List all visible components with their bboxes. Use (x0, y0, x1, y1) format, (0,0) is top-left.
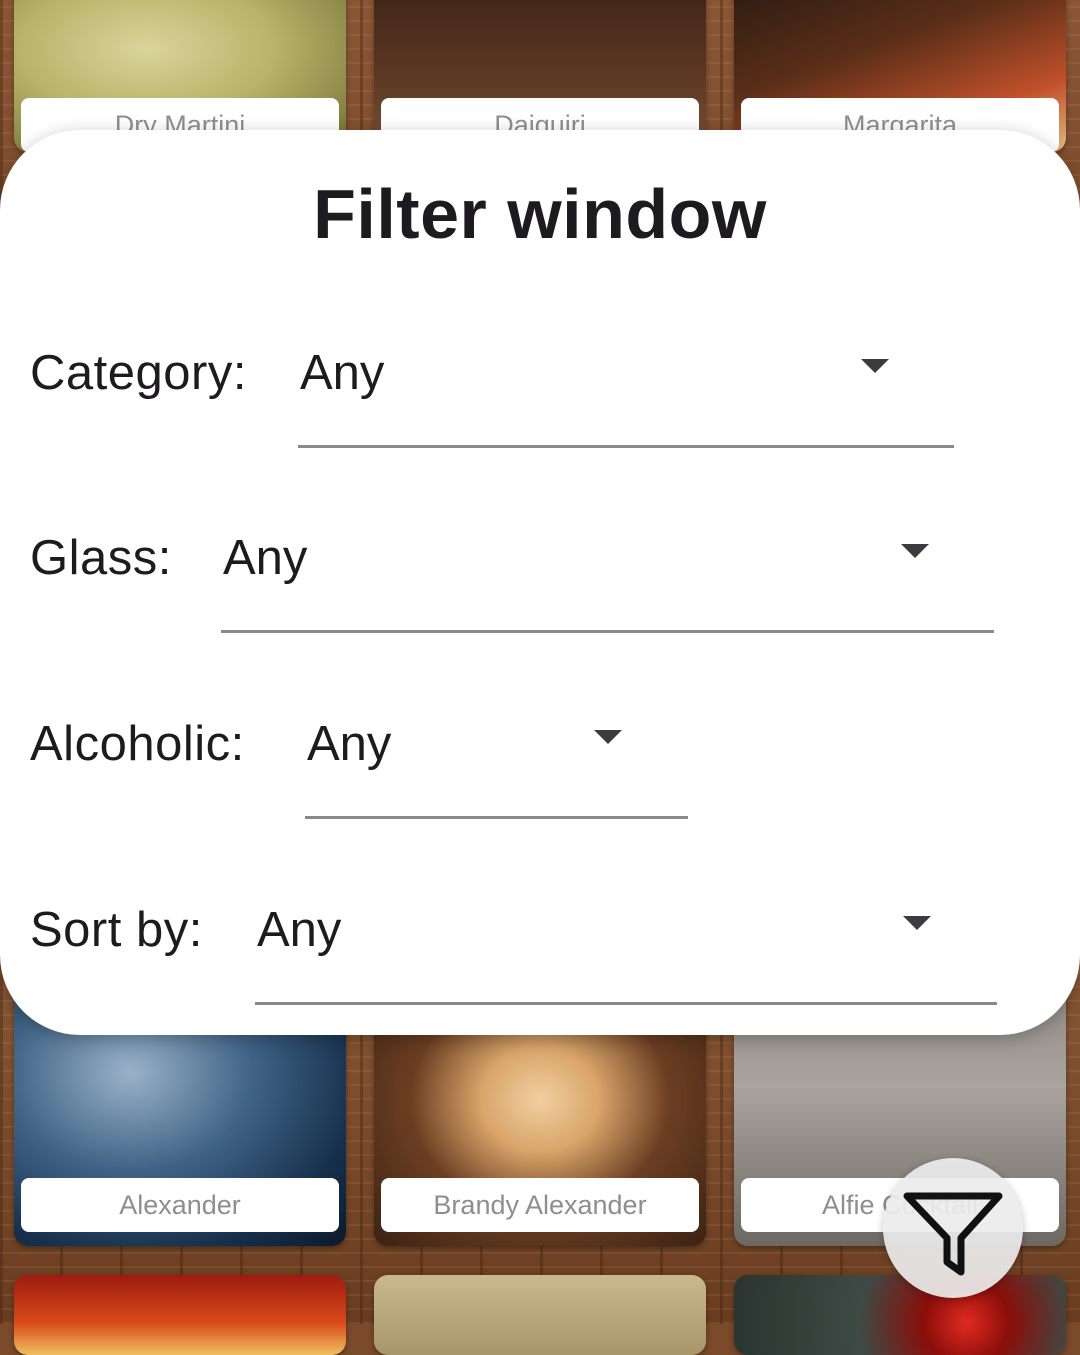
sort-by-dropdown[interactable]: Any (255, 902, 997, 1005)
category-label: Category: (30, 346, 247, 400)
cocktail-image (734, 1275, 1066, 1355)
sort-by-value: Any (257, 903, 342, 957)
dialog-title: Filter window (313, 175, 767, 253)
alcoholic-label: Alcoholic: (30, 717, 245, 771)
chevron-down-icon (903, 916, 931, 930)
glass-dropdown[interactable]: Any (221, 530, 994, 633)
cocktail-card[interactable] (14, 1275, 346, 1355)
cocktail-image (374, 1275, 706, 1355)
cocktail-card[interactable] (734, 1275, 1066, 1355)
cocktail-name: Brandy Alexander (381, 1178, 699, 1232)
cocktail-card[interactable] (374, 1275, 706, 1355)
chevron-down-icon (594, 730, 622, 744)
filter-dialog: Filter window Category: Any Glass: Any A… (0, 130, 1080, 1035)
category-value: Any (300, 346, 385, 400)
chevron-down-icon (901, 544, 929, 558)
category-dropdown[interactable]: Any (298, 345, 954, 448)
glass-value: Any (223, 531, 308, 585)
filter-button[interactable] (883, 1158, 1023, 1298)
sort-by-label: Sort by: (30, 903, 203, 957)
alcoholic-value: Any (307, 717, 392, 771)
alcoholic-dropdown[interactable]: Any (305, 716, 688, 819)
chevron-down-icon (861, 359, 889, 373)
glass-label: Glass: (30, 531, 172, 585)
cocktail-image (14, 1275, 346, 1355)
filter-funnel-icon (903, 1192, 1003, 1276)
cocktail-name: Alexander (21, 1178, 339, 1232)
